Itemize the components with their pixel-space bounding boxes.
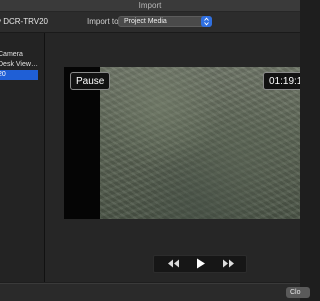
play-button[interactable] bbox=[188, 256, 214, 272]
sidebar-item-label: Desk View… bbox=[0, 61, 38, 68]
fast-forward-icon bbox=[223, 259, 234, 268]
import-to-label: Import to: bbox=[87, 17, 121, 26]
sidebar: Camera Desk View… 20 bbox=[0, 33, 45, 282]
rewind-icon bbox=[168, 259, 179, 268]
sidebar-item-label: Camera bbox=[0, 51, 23, 58]
rewind-button[interactable] bbox=[161, 256, 187, 272]
pause-overlay: Pause bbox=[70, 72, 111, 90]
play-icon bbox=[197, 258, 205, 269]
video-viewer: Pause 01:19:1 bbox=[45, 33, 300, 282]
sidebar-item-desk-view[interactable]: Desk View… bbox=[0, 60, 38, 70]
window-title-bar: Import bbox=[0, 0, 300, 12]
fast-forward-button[interactable] bbox=[215, 256, 241, 272]
dropdown-chevron-icon[interactable] bbox=[201, 16, 212, 27]
import-toolbar: y DCR-TRV20 Import to: Project Media bbox=[0, 12, 300, 33]
sidebar-item-dcr-trv20[interactable]: 20 bbox=[0, 70, 38, 80]
import-to-value: Project Media bbox=[124, 18, 167, 25]
timecode-overlay: 01:19:1 bbox=[263, 72, 300, 90]
sidebar-item-camera[interactable]: Camera bbox=[0, 50, 38, 60]
playback-controls bbox=[153, 255, 247, 273]
window-title: Import bbox=[138, 1, 162, 10]
footer-bar: Clo bbox=[0, 283, 310, 301]
close-button[interactable]: Clo bbox=[286, 287, 310, 298]
device-name: y DCR-TRV20 bbox=[0, 17, 48, 26]
import-to-dropdown[interactable]: Project Media bbox=[118, 16, 212, 27]
sidebar-item-label: 20 bbox=[0, 71, 6, 78]
video-frame[interactable]: Pause 01:19:1 bbox=[64, 67, 300, 219]
